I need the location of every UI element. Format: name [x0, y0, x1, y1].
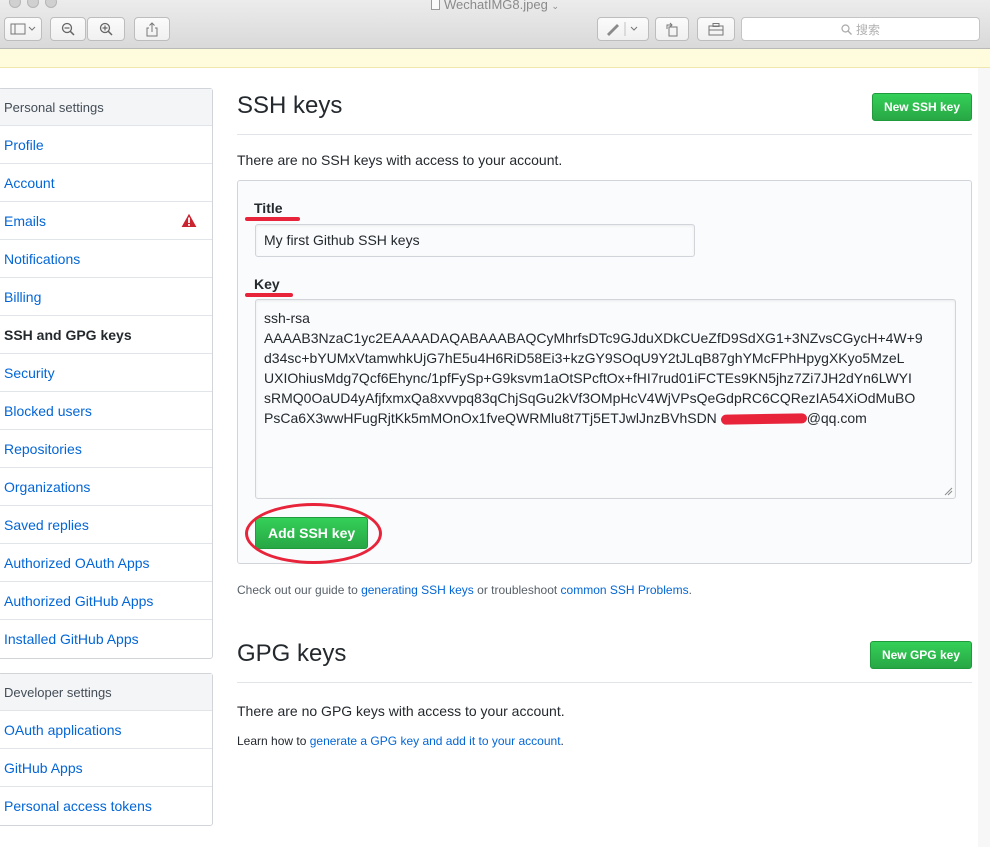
title-label: Title	[254, 200, 283, 216]
search-input[interactable]: 搜索	[741, 17, 980, 41]
sidebar-item-emails[interactable]: Emails	[0, 202, 212, 240]
new-gpg-key-button[interactable]: New GPG key	[869, 641, 972, 669]
rotate-icon	[666, 22, 678, 36]
key-label: Key	[254, 276, 280, 292]
key-text-line: UXIOhiusMdg7Qcf6Ehync/1pfFySp+G9ksvm1aOt…	[264, 370, 912, 386]
developer-settings-heading: Developer settings	[0, 674, 212, 711]
document-icon	[431, 0, 440, 10]
sidebar-item-github-apps[interactable]: GitHub Apps	[0, 749, 212, 787]
resize-handle-icon[interactable]	[943, 486, 953, 496]
search-icon	[841, 23, 852, 35]
add-ssh-key-form: Title My first Github SSH keys Key ssh-r…	[237, 180, 972, 564]
key-text-line-last: PsCa6X3wwHFugRjtKk5mMOnOx1fveQWRMlu8t7Tj…	[264, 408, 947, 428]
key-text-line: sRMQ0OaUD4yAfjfxmxQa8xvvpq83qChjSqGu2kVf…	[264, 390, 916, 406]
sidebar-item-authorized-github-apps[interactable]: Authorized GitHub Apps	[0, 582, 212, 620]
sidebar-item-saved-replies[interactable]: Saved replies	[0, 506, 212, 544]
new-ssh-key-button[interactable]: New SSH key	[871, 93, 972, 121]
rotate-button[interactable]	[655, 17, 689, 41]
key-text-last-prefix: PsCa6X3wwHFugRjtKk5mMOnOx1fveQWRMlu8t7Tj…	[264, 410, 721, 426]
sidebar-item-personal-access-tokens[interactable]: Personal access tokens	[0, 787, 212, 825]
gpg-learn-text: Learn how to generate a GPG key and add …	[237, 734, 564, 748]
ssh-keys-heading: SSH keys	[237, 92, 343, 119]
zoom-in-button[interactable]	[87, 17, 125, 41]
zoom-in-icon	[99, 22, 113, 36]
gpg-learn-prefix: Learn how to	[237, 734, 310, 748]
toolbox-button[interactable]	[697, 17, 735, 41]
window-filename: WechatIMG8.jpeg	[444, 0, 548, 12]
key-text-line: d34sc+bYUMxVtamwhkUjG7hE5u4H6RiD58Ei3+kz…	[264, 350, 905, 366]
sidebar-item-billing[interactable]: Billing	[0, 278, 212, 316]
common-ssh-problems-link[interactable]: common SSH Problems	[561, 583, 689, 597]
sidebar-item-security[interactable]: Security	[0, 354, 212, 392]
sidebar-item-installed-github-apps[interactable]: Installed GitHub Apps	[0, 620, 212, 658]
page-edge	[978, 68, 990, 847]
zoom-out-button[interactable]	[50, 17, 86, 41]
sidebar-item-emails-label: Emails	[4, 213, 47, 229]
ssh-empty-message: There are no SSH keys with access to you…	[237, 152, 563, 168]
key-textarea[interactable]: ssh-rsa AAAAB3NzaC1yc2EAAAADAQABAAABAQCy…	[255, 299, 956, 499]
warning-icon	[181, 213, 197, 227]
key-text-email-suffix: @qq.com	[806, 410, 867, 426]
sidebar-item-authorized-oauth-apps[interactable]: Authorized OAuth Apps	[0, 544, 212, 582]
gpg-keys-heading: GPG keys	[237, 640, 347, 667]
ssh-help-text: Check out our guide to generating SSH ke…	[237, 583, 692, 597]
ssh-help-prefix: Check out our guide to	[237, 583, 362, 597]
sidebar-item-profile[interactable]: Profile	[0, 126, 212, 164]
markup-button[interactable]	[597, 17, 649, 41]
search-placeholder: 搜索	[855, 22, 880, 37]
window-title: WechatIMG8.jpeg ⌄	[0, 0, 990, 12]
gpg-keys-subhead: GPG keys New GPG key	[237, 636, 972, 683]
title-annotation-underline	[245, 217, 300, 221]
sidebar-item-organizations[interactable]: Organizations	[0, 468, 212, 506]
window-toolbar: WechatIMG8.jpeg ⌄ 搜索	[0, 0, 990, 49]
share-icon	[146, 21, 158, 36]
redaction-mark	[720, 413, 807, 425]
main-content: SSH keys New SSH key There are no SSH ke…	[237, 88, 972, 748]
chevron-down-icon[interactable]: ⌄	[551, 1, 559, 11]
title-input[interactable]: My first Github SSH keys	[255, 224, 695, 257]
sidebar-item-repositories[interactable]: Repositories	[0, 430, 212, 468]
pen-icon	[607, 22, 638, 36]
generating-ssh-keys-link[interactable]: generating SSH keys	[361, 583, 474, 597]
sidebar-item-notifications[interactable]: Notifications	[0, 240, 212, 278]
sidebar-toggle-button[interactable]	[4, 17, 42, 41]
developer-settings-menu: Developer settings OAuth applications Gi…	[0, 673, 213, 826]
sidebar-icon	[10, 23, 36, 35]
sidebar-item-ssh-gpg-keys[interactable]: SSH and GPG keys	[0, 316, 212, 354]
notice-bar	[0, 49, 990, 68]
gpg-empty-message: There are no GPG keys with access to you…	[237, 703, 565, 719]
toolbox-icon	[708, 22, 724, 35]
sidebar-item-account[interactable]: Account	[0, 164, 212, 202]
gpg-learn-suffix: .	[560, 734, 564, 748]
ssh-help-middle: or troubleshoot	[473, 583, 561, 597]
personal-settings-menu: Personal settings Profile Account Emails…	[0, 88, 213, 659]
sidebar-item-blocked-users[interactable]: Blocked users	[0, 392, 212, 430]
ssh-help-suffix: .	[688, 583, 692, 597]
share-button[interactable]	[134, 17, 170, 41]
ssh-keys-subhead: SSH keys New SSH key	[237, 88, 972, 135]
zoom-out-icon	[61, 22, 75, 36]
personal-settings-heading: Personal settings	[0, 89, 212, 126]
generate-gpg-key-link[interactable]: generate a GPG key and add it to your ac…	[310, 734, 561, 748]
add-button-annotation-circle	[245, 503, 382, 564]
sidebar-item-oauth-applications[interactable]: OAuth applications	[0, 711, 212, 749]
key-text-line: AAAAB3NzaC1yc2EAAAADAQABAAABAQCyMhrfsDTc…	[264, 330, 923, 346]
key-annotation-underline	[245, 293, 293, 297]
key-text-line: ssh-rsa	[264, 310, 310, 326]
